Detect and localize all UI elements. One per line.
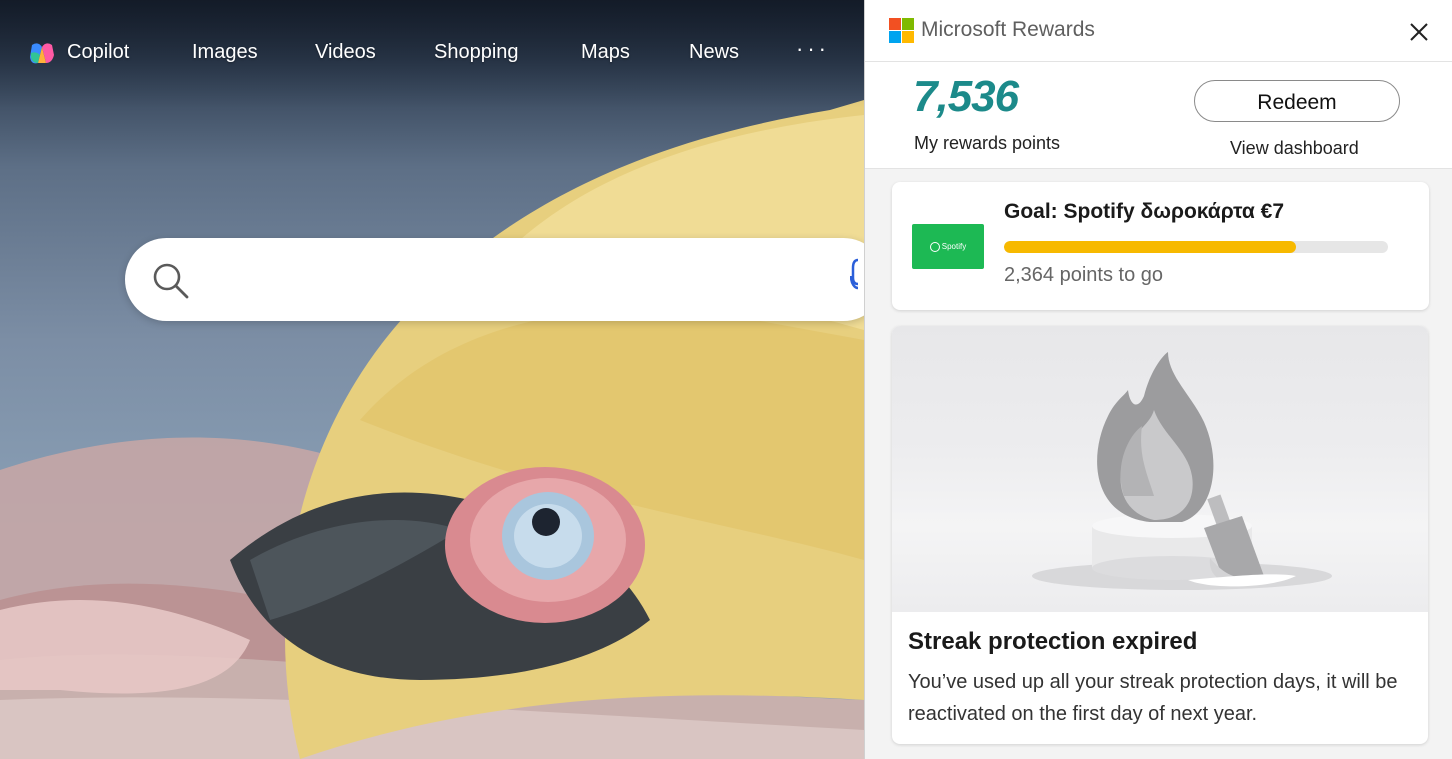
more-horizontal-icon[interactable]: ··· bbox=[796, 36, 830, 62]
background-image bbox=[0, 0, 864, 759]
search-input[interactable] bbox=[205, 258, 829, 302]
nav-videos[interactable]: Videos bbox=[315, 41, 376, 64]
close-icon[interactable] bbox=[1407, 20, 1431, 44]
goal-progress-bar bbox=[1004, 241, 1388, 253]
rewards-points-label: My rewards points bbox=[914, 133, 1061, 153]
flame-icon bbox=[1032, 352, 1332, 590]
streak-description: You’ve used up all your streak protectio… bbox=[908, 671, 1398, 725]
spotify-logo-icon bbox=[929, 241, 940, 252]
streak-illustration bbox=[892, 326, 1428, 612]
copilot-icon[interactable] bbox=[28, 41, 56, 67]
goal-progress-fill bbox=[1004, 241, 1296, 253]
goal-points-remaining: 2,364 points to go bbox=[1004, 264, 1164, 286]
nav-news[interactable]: News bbox=[689, 41, 739, 64]
rewards-points-value: 7,536 bbox=[913, 72, 1019, 121]
streak-title: Streak protection expired bbox=[908, 628, 1198, 655]
goal-card[interactable]: Spotify Goal: Spotify δωροκάρτα €7 2,364… bbox=[892, 182, 1429, 310]
panel-title: Microsoft Rewards bbox=[921, 18, 1095, 41]
rewards-panel: Microsoft Rewards 7,536 My rewards point… bbox=[864, 0, 1452, 759]
goal-title: Goal: Spotify δωροκάρτα €7 bbox=[1004, 200, 1285, 223]
nav-shopping[interactable]: Shopping bbox=[434, 41, 519, 64]
redeem-button[interactable]: Redeem bbox=[1194, 80, 1400, 122]
microsoft-logo-icon bbox=[889, 18, 915, 44]
spotify-gift-card-image: Spotify bbox=[912, 224, 984, 269]
nav-copilot[interactable]: Copilot bbox=[67, 41, 129, 64]
points-summary: 7,536 My rewards points Redeem View dash… bbox=[865, 62, 1452, 169]
pelican-photo bbox=[0, 100, 864, 759]
spotify-thumb-label: Spotify bbox=[941, 242, 967, 251]
nav-images[interactable]: Images bbox=[192, 41, 258, 64]
search-icon[interactable] bbox=[150, 260, 190, 300]
view-dashboard-link[interactable]: View dashboard bbox=[1230, 138, 1359, 159]
streak-card[interactable]: Streak protection expired You’ve used up… bbox=[892, 326, 1428, 744]
panel-header: Microsoft Rewards bbox=[865, 0, 1452, 62]
nav-maps[interactable]: Maps bbox=[581, 41, 630, 64]
